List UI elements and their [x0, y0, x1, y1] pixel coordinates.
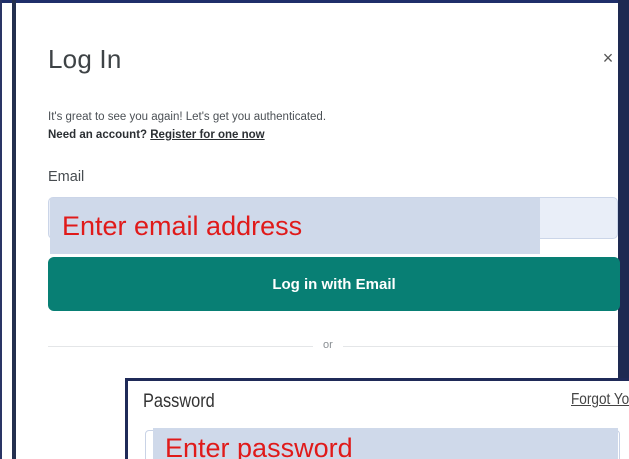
close-icon[interactable]: ×	[598, 48, 618, 68]
need-account-prefix: Need an account?	[48, 129, 151, 141]
forgot-password-link[interactable]: Forgot Yo	[571, 391, 629, 409]
register-link[interactable]: Register for one now	[150, 129, 264, 141]
intro-text: It's great to see you again! Let's get y…	[48, 111, 327, 123]
divider-line	[48, 346, 313, 347]
login-modal: Log In × It's great to see you again! Le…	[0, 0, 629, 459]
password-label: Password	[143, 391, 215, 412]
email-label: Email	[48, 169, 85, 185]
login-with-email-button[interactable]: Log in with Email	[48, 257, 620, 311]
frame-border	[0, 0, 2, 459]
frame-border	[0, 0, 629, 3]
background-strip	[12, 0, 16, 459]
email-field[interactable]	[50, 198, 540, 254]
modal-title: Log In	[48, 44, 122, 74]
need-account-text: Need an account? Register for one now	[48, 129, 265, 141]
divider-line	[343, 346, 618, 347]
password-field[interactable]	[153, 428, 618, 459]
divider-text: or	[323, 339, 333, 351]
